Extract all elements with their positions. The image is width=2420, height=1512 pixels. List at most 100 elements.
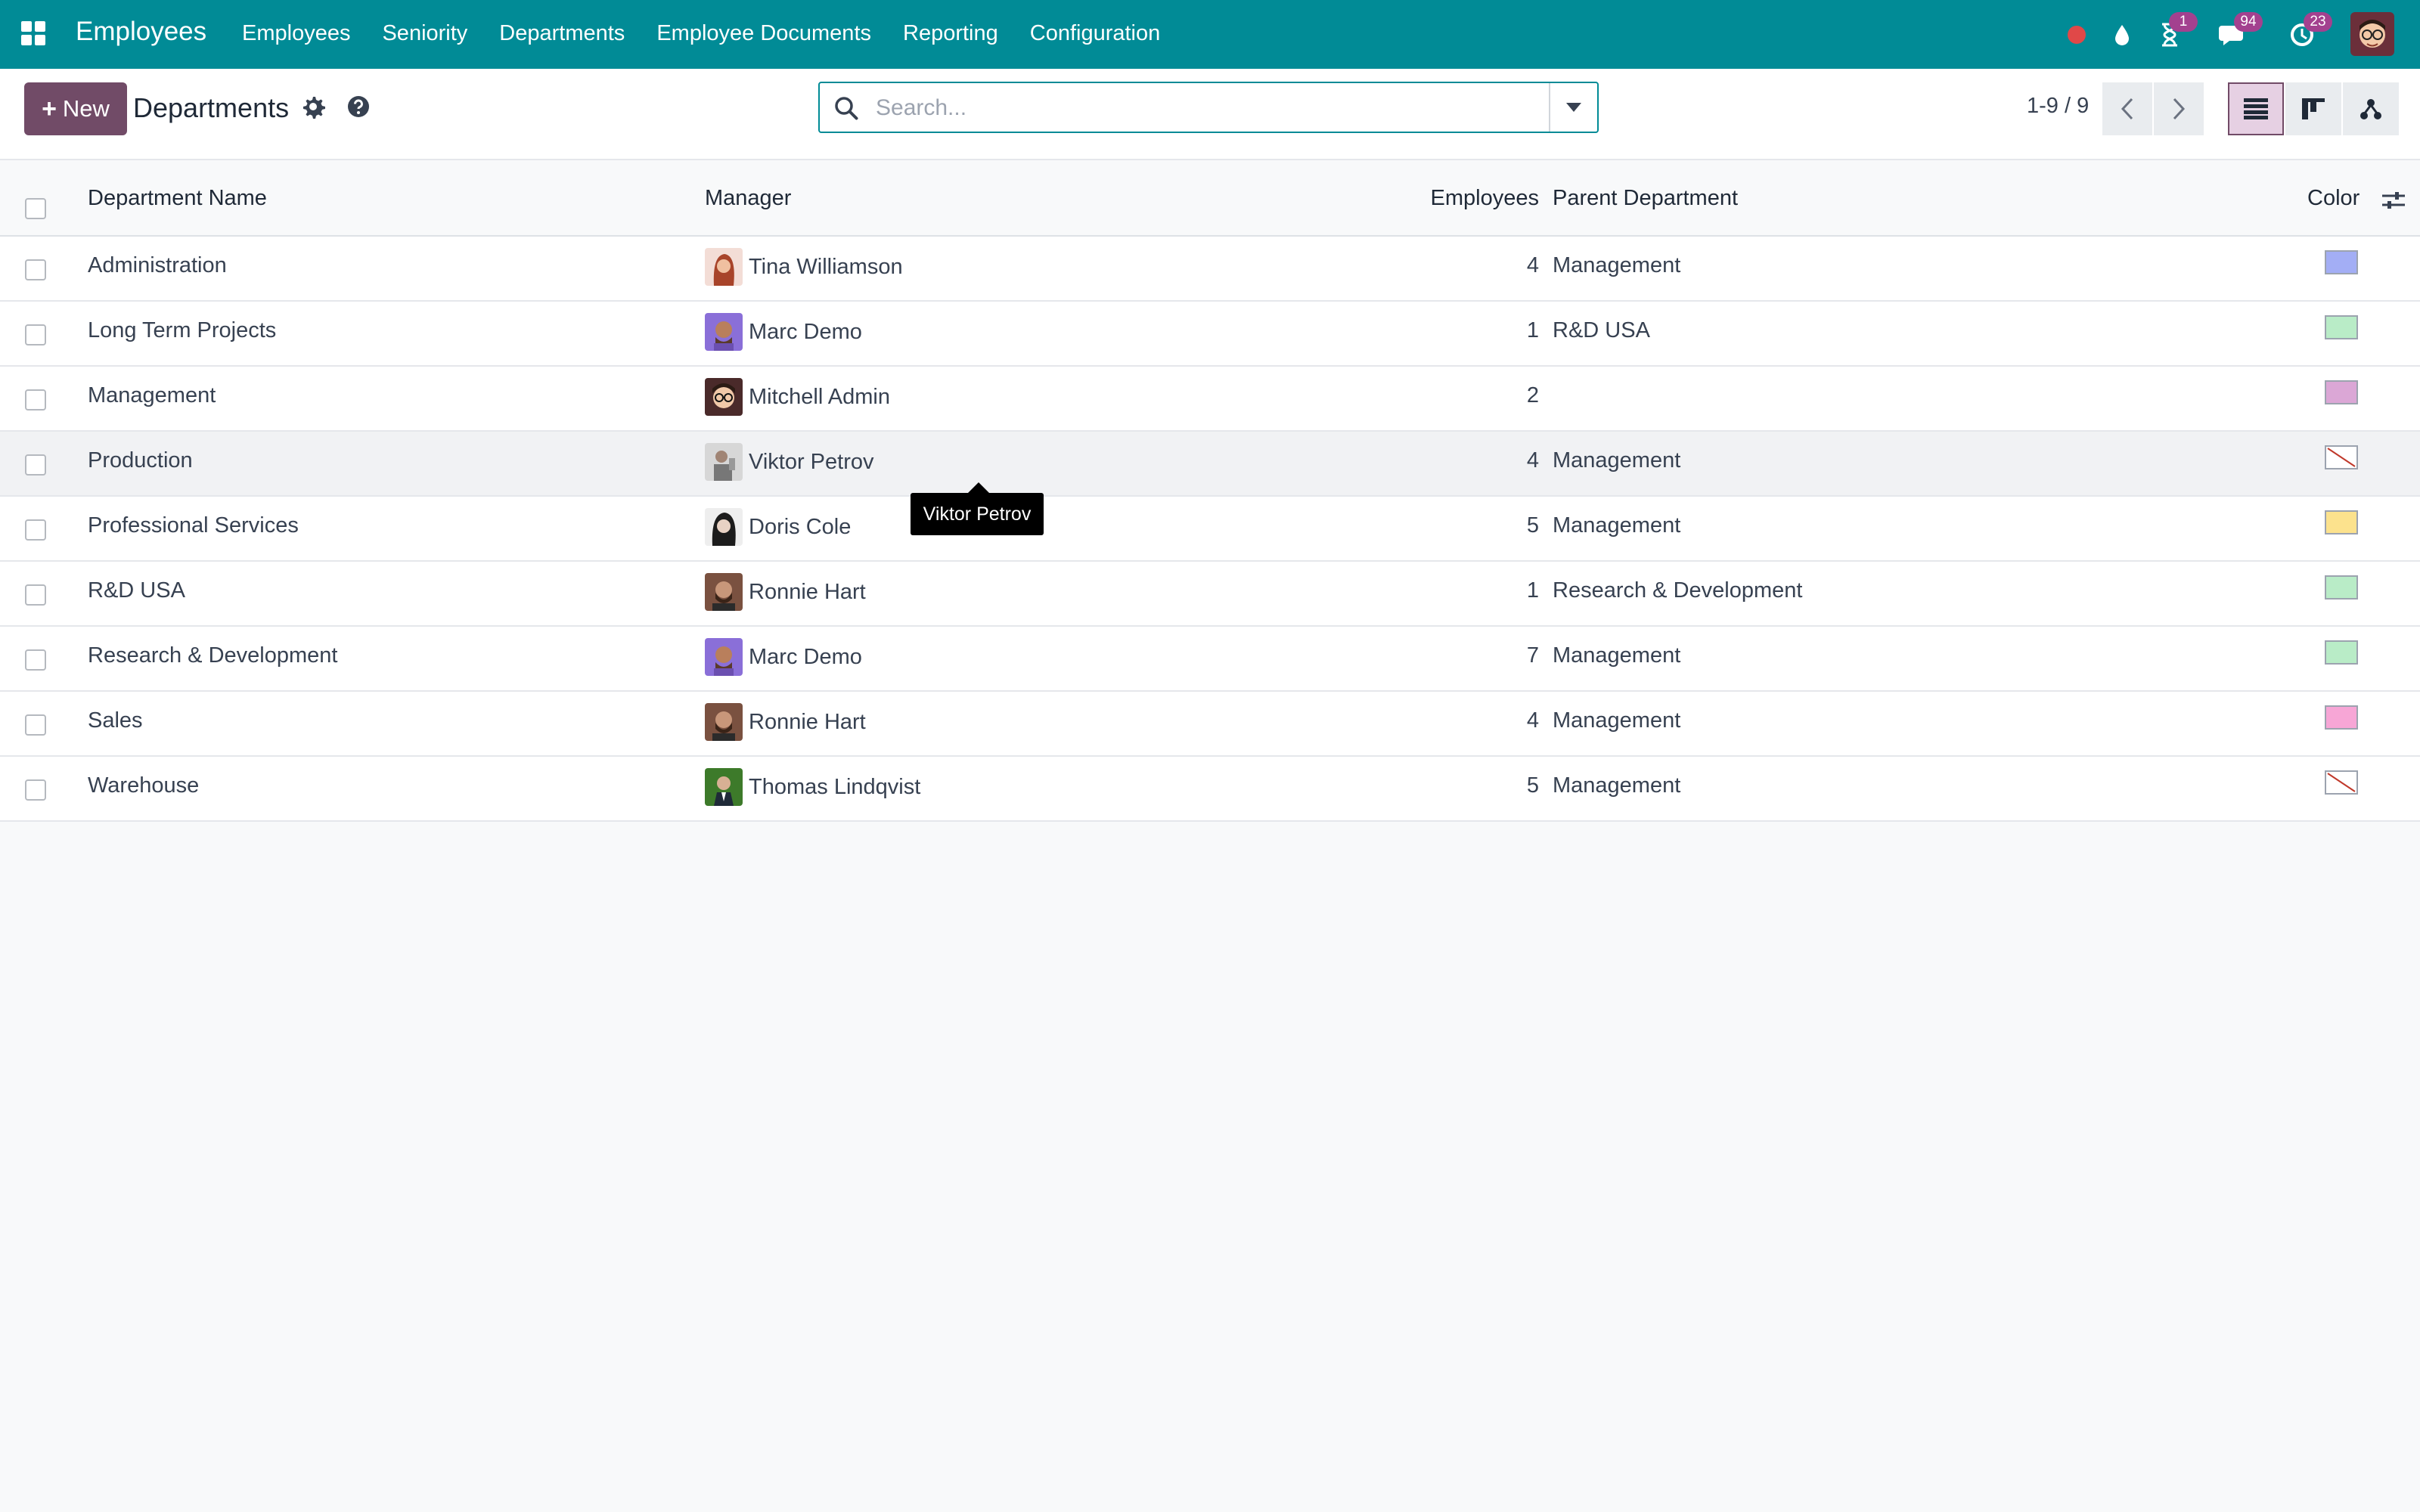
row-checkbox[interactable] xyxy=(25,779,46,801)
color-swatch[interactable] xyxy=(2325,510,2358,534)
employee-count: 7 xyxy=(1526,643,1539,668)
row-checkbox[interactable] xyxy=(25,259,46,280)
search-icon xyxy=(835,97,858,120)
menu-seniority[interactable]: Seniority xyxy=(382,21,467,46)
employee-count: 2 xyxy=(1526,383,1539,407)
pager-value[interactable]: 1-9 / 9 xyxy=(2027,94,2089,119)
app-title[interactable]: Employees xyxy=(76,17,206,47)
manager-cell[interactable]: Doris Cole xyxy=(705,508,851,546)
color-swatch[interactable] xyxy=(2325,250,2358,274)
hierarchy-view-button[interactable] xyxy=(2343,82,2399,135)
manager-name: Tina Williamson xyxy=(749,254,903,279)
employee-count: 1 xyxy=(1526,578,1539,603)
row-checkbox[interactable] xyxy=(25,454,46,476)
pager-previous-button[interactable] xyxy=(2102,82,2152,135)
gear-icon[interactable] xyxy=(301,94,325,119)
search-bar xyxy=(818,82,1599,133)
table-row[interactable]: Sales Ronnie Hart 4 Management xyxy=(0,692,2420,757)
table-row[interactable]: Management Mitchell Admin 2 xyxy=(0,367,2420,432)
manager-cell[interactable]: Mitchell Admin xyxy=(705,378,890,416)
manager-tooltip: Viktor Petrov xyxy=(911,482,1044,535)
hierarchy-view-icon xyxy=(2360,99,2381,119)
row-checkbox[interactable] xyxy=(25,649,46,671)
color-swatch[interactable] xyxy=(2325,380,2358,404)
caret-down-icon xyxy=(1566,103,1581,112)
color-swatch[interactable] xyxy=(2325,575,2358,600)
menu-employees[interactable]: Employees xyxy=(242,21,350,46)
menu-configuration[interactable]: Configuration xyxy=(1030,21,1161,46)
employee-count: 1 xyxy=(1526,318,1539,342)
manager-avatar xyxy=(705,248,743,286)
manager-avatar xyxy=(705,508,743,546)
department-name: Warehouse xyxy=(88,773,200,798)
parent-department: R&D USA xyxy=(1553,318,1650,342)
manager-avatar xyxy=(705,378,743,416)
table-row[interactable]: Warehouse Thomas Lindqvist 5 Management xyxy=(0,757,2420,822)
color-swatch[interactable] xyxy=(2325,705,2358,730)
menu-reporting[interactable]: Reporting xyxy=(903,21,998,46)
row-checkbox[interactable] xyxy=(25,584,46,606)
row-checkbox[interactable] xyxy=(25,389,46,411)
new-button[interactable]: + New xyxy=(24,82,127,135)
manager-cell[interactable]: Thomas Lindqvist xyxy=(705,768,920,806)
help-icon[interactable] xyxy=(346,94,371,119)
table-row[interactable]: Professional Services Doris Cole 5 Manageme… xyxy=(0,497,2420,562)
menu-departments[interactable]: Departments xyxy=(499,21,625,46)
list-view-button[interactable] xyxy=(2228,82,2284,135)
messages-badge: 94 xyxy=(2234,12,2263,32)
select-all-checkbox[interactable] xyxy=(25,198,46,219)
manager-name: Ronnie Hart xyxy=(749,579,866,604)
header-color[interactable]: Color xyxy=(2307,186,2360,211)
parent-department: Management xyxy=(1553,448,1681,472)
manager-avatar xyxy=(705,703,743,741)
manager-cell[interactable]: Tina Williamson xyxy=(705,248,903,286)
manager-name: Doris Cole xyxy=(749,514,852,539)
parent-department: Management xyxy=(1553,513,1681,538)
header-parent-department[interactable]: Parent Department xyxy=(1553,186,1738,211)
manager-cell[interactable]: Marc Demo xyxy=(705,313,862,351)
color-swatch[interactable] xyxy=(2325,445,2358,469)
manager-cell[interactable]: Viktor Petrov xyxy=(705,443,873,481)
manager-cell[interactable]: Ronnie Hart xyxy=(705,573,866,611)
table-row[interactable]: Long Term Projects Marc Demo 1 R&D USA xyxy=(0,302,2420,367)
droplet-icon[interactable] xyxy=(2107,14,2137,56)
employee-count: 4 xyxy=(1526,448,1539,472)
user-avatar[interactable] xyxy=(2350,12,2394,56)
timer-badge: 23 xyxy=(2304,12,2332,32)
row-checkbox[interactable] xyxy=(25,324,46,345)
table-row[interactable]: Production Viktor Petrov 4 Management xyxy=(0,432,2420,497)
table-row[interactable]: R&D USA Ronnie Hart 1 Research & Developmen… xyxy=(0,562,2420,627)
menu-employee-documents[interactable]: Employee Documents xyxy=(656,21,871,46)
department-name: Administration xyxy=(88,253,227,277)
color-swatch[interactable] xyxy=(2325,770,2358,795)
table-row[interactable]: Research & Development Marc Demo 7 Manageme… xyxy=(0,627,2420,692)
color-swatch[interactable] xyxy=(2325,640,2358,665)
header-employees[interactable]: Employees xyxy=(1431,186,1539,211)
chevron-right-icon xyxy=(2173,98,2186,120)
timer-icon[interactable]: 23 xyxy=(2281,12,2332,56)
messages-icon[interactable]: 94 xyxy=(2211,12,2263,56)
record-indicator-icon[interactable] xyxy=(2062,14,2092,56)
header-department-name[interactable]: Department Name xyxy=(88,186,267,211)
manager-cell[interactable]: Ronnie Hart xyxy=(705,703,866,741)
kanban-view-button[interactable] xyxy=(2285,82,2341,135)
row-checkbox[interactable] xyxy=(25,714,46,736)
search-input[interactable] xyxy=(874,92,1528,124)
header-manager[interactable]: Manager xyxy=(705,186,791,211)
employee-count: 4 xyxy=(1526,708,1539,733)
page-title: Departments xyxy=(133,92,290,123)
search-options-toggle[interactable] xyxy=(1549,83,1597,132)
optional-columns-icon[interactable] xyxy=(2381,187,2406,213)
manager-cell[interactable]: Marc Demo xyxy=(705,638,862,676)
activity-badge: 1 xyxy=(2169,12,2198,32)
apps-menu-icon[interactable] xyxy=(21,21,47,47)
table-body: Administration Tina Williamson 4 Management… xyxy=(0,237,2420,822)
department-name: Long Term Projects xyxy=(88,318,277,342)
employee-count: 5 xyxy=(1526,513,1539,538)
activity-icon[interactable]: 1 xyxy=(2151,12,2198,56)
pager-next-button[interactable] xyxy=(2154,82,2204,135)
color-swatch[interactable] xyxy=(2325,315,2358,339)
row-checkbox[interactable] xyxy=(25,519,46,541)
table-row[interactable]: Administration Tina Williamson 4 Management xyxy=(0,237,2420,302)
top-navbar: Employees Employees Seniority Department… xyxy=(0,0,2420,69)
